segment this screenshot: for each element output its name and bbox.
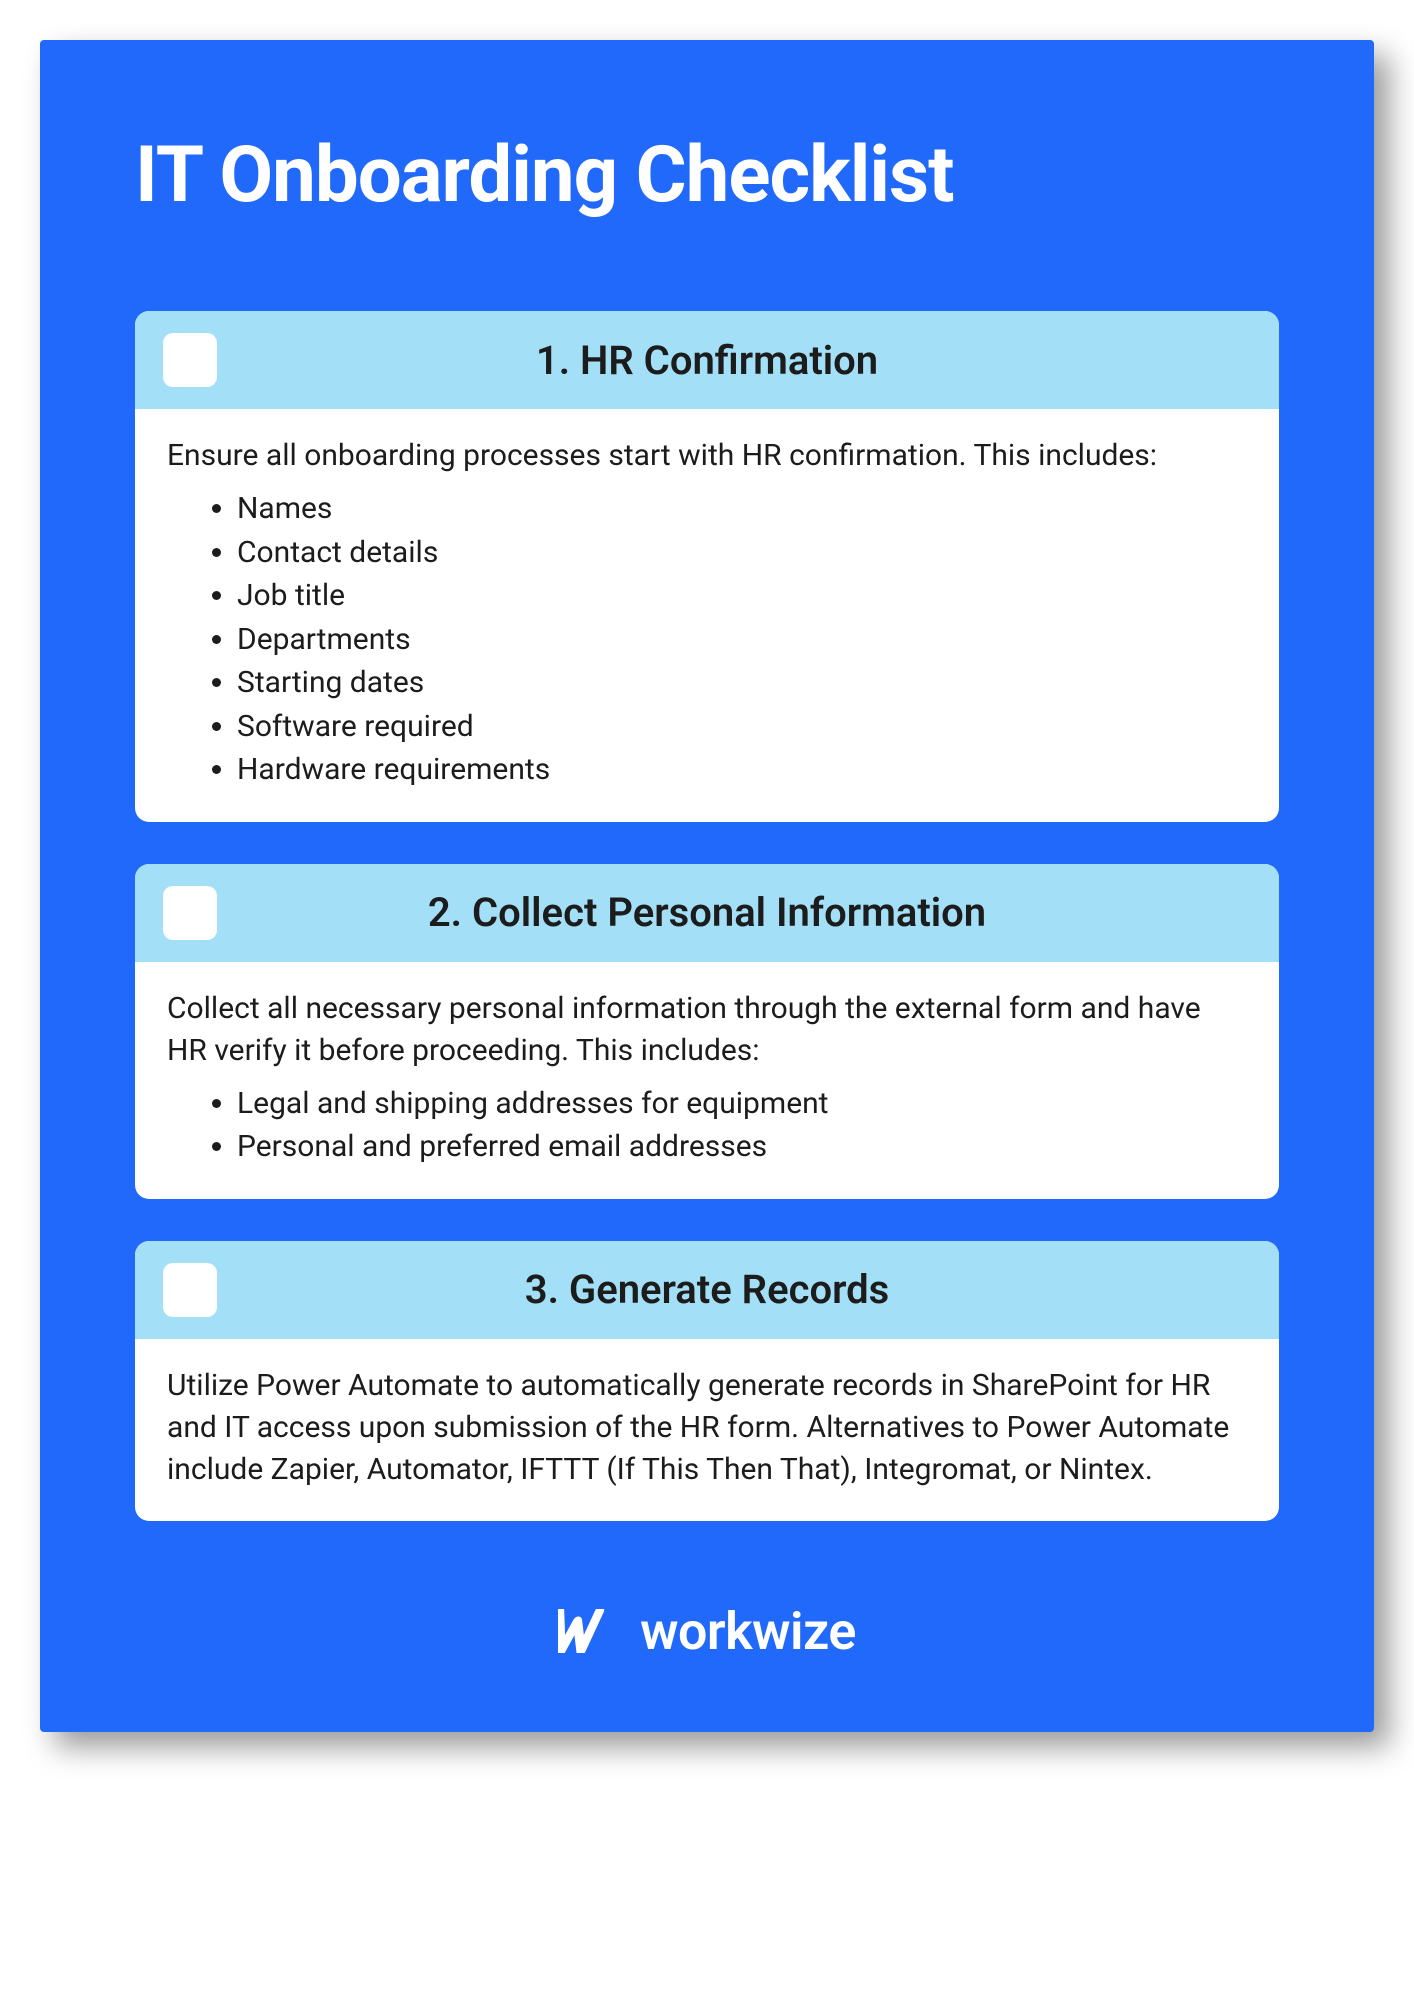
page-title: IT Onboarding Checklist: [135, 130, 1279, 221]
list-item: Job title: [237, 574, 1247, 618]
list-item: Contact details: [237, 531, 1247, 575]
card-body-3: Utilize Power Automate to automatically …: [135, 1339, 1279, 1521]
card-intro-1: Ensure all onboarding processes start wi…: [167, 435, 1247, 477]
checkbox-1[interactable]: [163, 333, 217, 387]
card-text-3: Utilize Power Automate to automatically …: [167, 1365, 1247, 1491]
card-header: 2. Collect Personal Information: [135, 864, 1279, 962]
card-header: 3. Generate Records: [135, 1241, 1279, 1339]
bullet-list-1: Names Contact details Job title Departme…: [237, 487, 1247, 792]
brand-footer: workwize: [135, 1601, 1279, 1662]
card-title-3: 3. Generate Records: [217, 1266, 1251, 1313]
document-page: IT Onboarding Checklist 1. HR Confirmati…: [40, 40, 1374, 1732]
card-title-1: 1. HR Confirmation: [217, 337, 1251, 384]
bullet-list-2: Legal and shipping addresses for equipme…: [237, 1082, 1247, 1169]
list-item: Departments: [237, 618, 1247, 662]
checkbox-3[interactable]: [163, 1263, 217, 1317]
checklist-card-1: 1. HR Confirmation Ensure all onboarding…: [135, 311, 1279, 822]
checkbox-2[interactable]: [163, 886, 217, 940]
card-body-1: Ensure all onboarding processes start wi…: [135, 409, 1279, 822]
card-header: 1. HR Confirmation: [135, 311, 1279, 409]
card-intro-2: Collect all necessary personal informati…: [167, 988, 1247, 1072]
list-item: Starting dates: [237, 661, 1247, 705]
card-body-2: Collect all necessary personal informati…: [135, 962, 1279, 1199]
card-title-2: 2. Collect Personal Information: [217, 889, 1251, 936]
checklist-card-3: 3. Generate Records Utilize Power Automa…: [135, 1241, 1279, 1521]
list-item: Software required: [237, 705, 1247, 749]
list-item: Hardware requirements: [237, 748, 1247, 792]
brand-name: workwize: [640, 1601, 856, 1662]
list-item: Personal and preferred email addresses: [237, 1125, 1247, 1169]
list-item: Names: [237, 487, 1247, 531]
checklist-card-2: 2. Collect Personal Information Collect …: [135, 864, 1279, 1199]
workwize-logo-icon: [558, 1609, 620, 1653]
list-item: Legal and shipping addresses for equipme…: [237, 1082, 1247, 1126]
